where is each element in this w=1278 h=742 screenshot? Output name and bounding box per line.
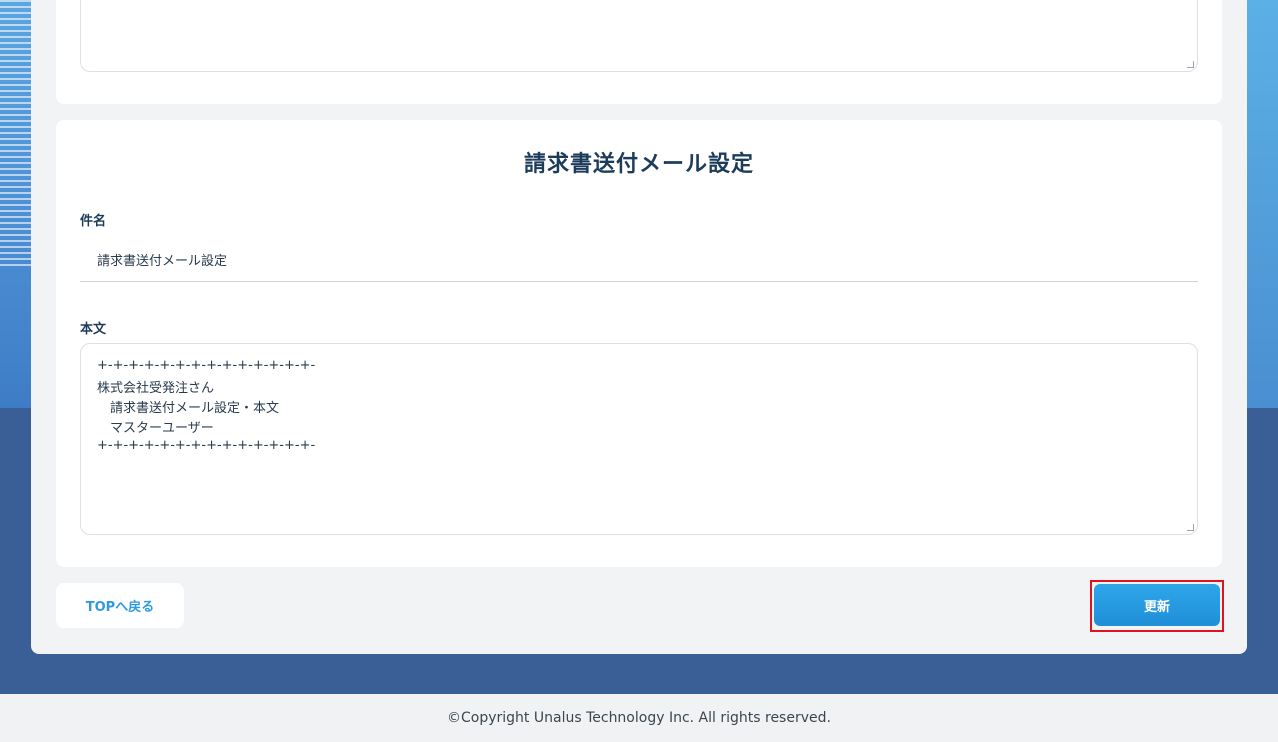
subject-label: 件名 (80, 214, 107, 229)
body-line: +-+-+-+-+-+-+-+-+-+-+-+-+-+- (97, 358, 316, 373)
subject-underline (80, 281, 1198, 282)
body-line: 請求書送付メール設定・本文 (97, 401, 280, 416)
footer: ©Copyright Unalus Technology Inc. All ri… (0, 694, 1278, 742)
subject-field[interactable]: 請求書送付メール設定 (97, 250, 227, 269)
resize-grip-icon[interactable] (1187, 61, 1194, 68)
body-line: 株式会社受発注さん (97, 381, 215, 396)
body-label: 本文 (80, 322, 107, 337)
body-line: +-+-+-+-+-+-+-+-+-+-+-+-+-+- (97, 438, 316, 453)
previous-body-textarea[interactable] (80, 0, 1198, 72)
back-to-top-button[interactable]: TOPへ戻る (56, 583, 184, 628)
background-building-right (1244, 0, 1278, 408)
update-button[interactable]: 更新 (1094, 584, 1220, 626)
copyright-text: ©Copyright Unalus Technology Inc. All ri… (447, 710, 831, 726)
resize-grip-icon[interactable] (1187, 524, 1194, 531)
body-line: マスターユーザー (97, 421, 214, 436)
section-title: 請求書送付メール設定 (523, 152, 754, 177)
